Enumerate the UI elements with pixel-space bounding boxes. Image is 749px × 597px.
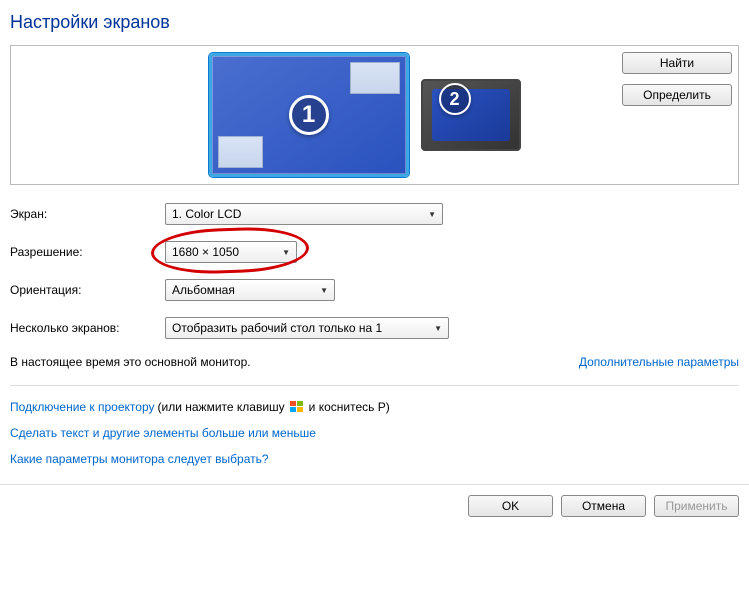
- projector-hint-text: (или нажмите клавишу: [158, 400, 285, 414]
- resolution-select[interactable]: 1680 × 1050: [165, 241, 297, 263]
- primary-monitor-status: В настоящее время это основной монитор.: [10, 355, 251, 369]
- divider: [10, 385, 739, 386]
- dialog-button-bar: OK Отмена Применить: [0, 484, 749, 527]
- orientation-label: Ориентация:: [10, 283, 165, 297]
- find-button[interactable]: Найти: [622, 52, 732, 74]
- page-title: Настройки экранов: [10, 12, 739, 33]
- projector-link[interactable]: Подключение к проектору: [10, 400, 155, 414]
- ok-button[interactable]: OK: [468, 495, 553, 517]
- window-thumbnail-icon: [218, 136, 263, 168]
- multi-screen-select[interactable]: Отобразить рабочий стол только на 1: [165, 317, 449, 339]
- screen-select[interactable]: 1. Color LCD: [165, 203, 443, 225]
- projector-hint-text: и коснитесь P): [309, 400, 390, 414]
- identify-button[interactable]: Определить: [622, 84, 732, 106]
- monitor-params-link[interactable]: Какие параметры монитора следует выбрать…: [10, 452, 269, 466]
- window-thumbnail-icon: [350, 62, 400, 94]
- advanced-settings-link[interactable]: Дополнительные параметры: [579, 355, 739, 369]
- screen-label: Экран:: [10, 207, 165, 221]
- windows-key-icon: [290, 401, 304, 413]
- orientation-select[interactable]: Альбомная: [165, 279, 335, 301]
- monitor-2[interactable]: 2: [421, 79, 521, 151]
- monitor-number-badge: 1: [289, 95, 329, 135]
- resolution-label: Разрешение:: [10, 245, 165, 259]
- apply-button[interactable]: Применить: [654, 495, 739, 517]
- display-arrangement-box: 1 2 Найти Определить: [10, 45, 739, 185]
- multi-screen-label: Несколько экранов:: [10, 321, 165, 335]
- monitor-number-badge: 2: [439, 83, 471, 115]
- monitor-1[interactable]: 1: [209, 53, 409, 177]
- text-size-link[interactable]: Сделать текст и другие элементы больше и…: [10, 426, 316, 440]
- cancel-button[interactable]: Отмена: [561, 495, 646, 517]
